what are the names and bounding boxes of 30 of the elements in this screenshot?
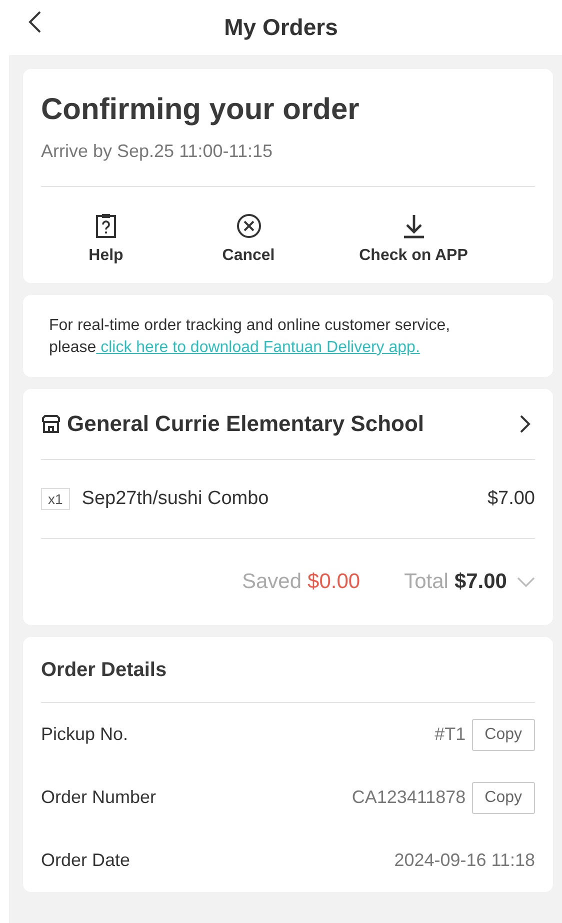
action-button[interactable]: Help	[41, 213, 171, 265]
copy-button[interactable]: Copy	[472, 782, 535, 814]
cancel-icon	[236, 213, 262, 239]
detail-label: Order Date	[41, 850, 132, 871]
notice-text: For real-time order tracking and online customer service, please click here to download Fantuan Delivery app.	[49, 316, 452, 358]
store-icon	[41, 414, 61, 434]
copy-button[interactable]: Copy	[472, 718, 535, 750]
clipboard-question-icon	[95, 213, 117, 239]
total-amount: $7.00	[454, 570, 507, 594]
item-name: Sep27th/sushi Combo	[82, 488, 270, 510]
download-icon	[402, 213, 426, 239]
action-button[interactable]: Check on APP	[326, 213, 501, 265]
page-title: My Orders	[224, 14, 338, 41]
detail-value: #T1	[434, 724, 466, 745]
saved-amount: $0.00	[308, 570, 360, 594]
saved-label: Saved	[242, 570, 302, 594]
store-name[interactable]: General Currie Elementary School	[67, 411, 513, 437]
detail-label: Order Number	[41, 787, 158, 808]
back-icon[interactable]	[28, 10, 42, 34]
item-price: $7.00	[487, 488, 535, 510]
section-title: Order Details	[41, 659, 168, 682]
chevron-right-icon[interactable]	[519, 414, 531, 434]
total-label: Total	[404, 570, 448, 594]
detail-value: CA123411878	[352, 787, 466, 808]
quantity-tag: x1	[41, 488, 70, 510]
detail-label: Pickup No.	[41, 724, 130, 745]
action-button[interactable]: Cancel	[171, 213, 326, 265]
order-status-title: Confirming your order	[41, 93, 360, 127]
detail-value: 2024-09-16 11:18	[394, 850, 535, 871]
arrival-time: Arrive by Sep.25 11:00-11:15	[41, 141, 274, 162]
